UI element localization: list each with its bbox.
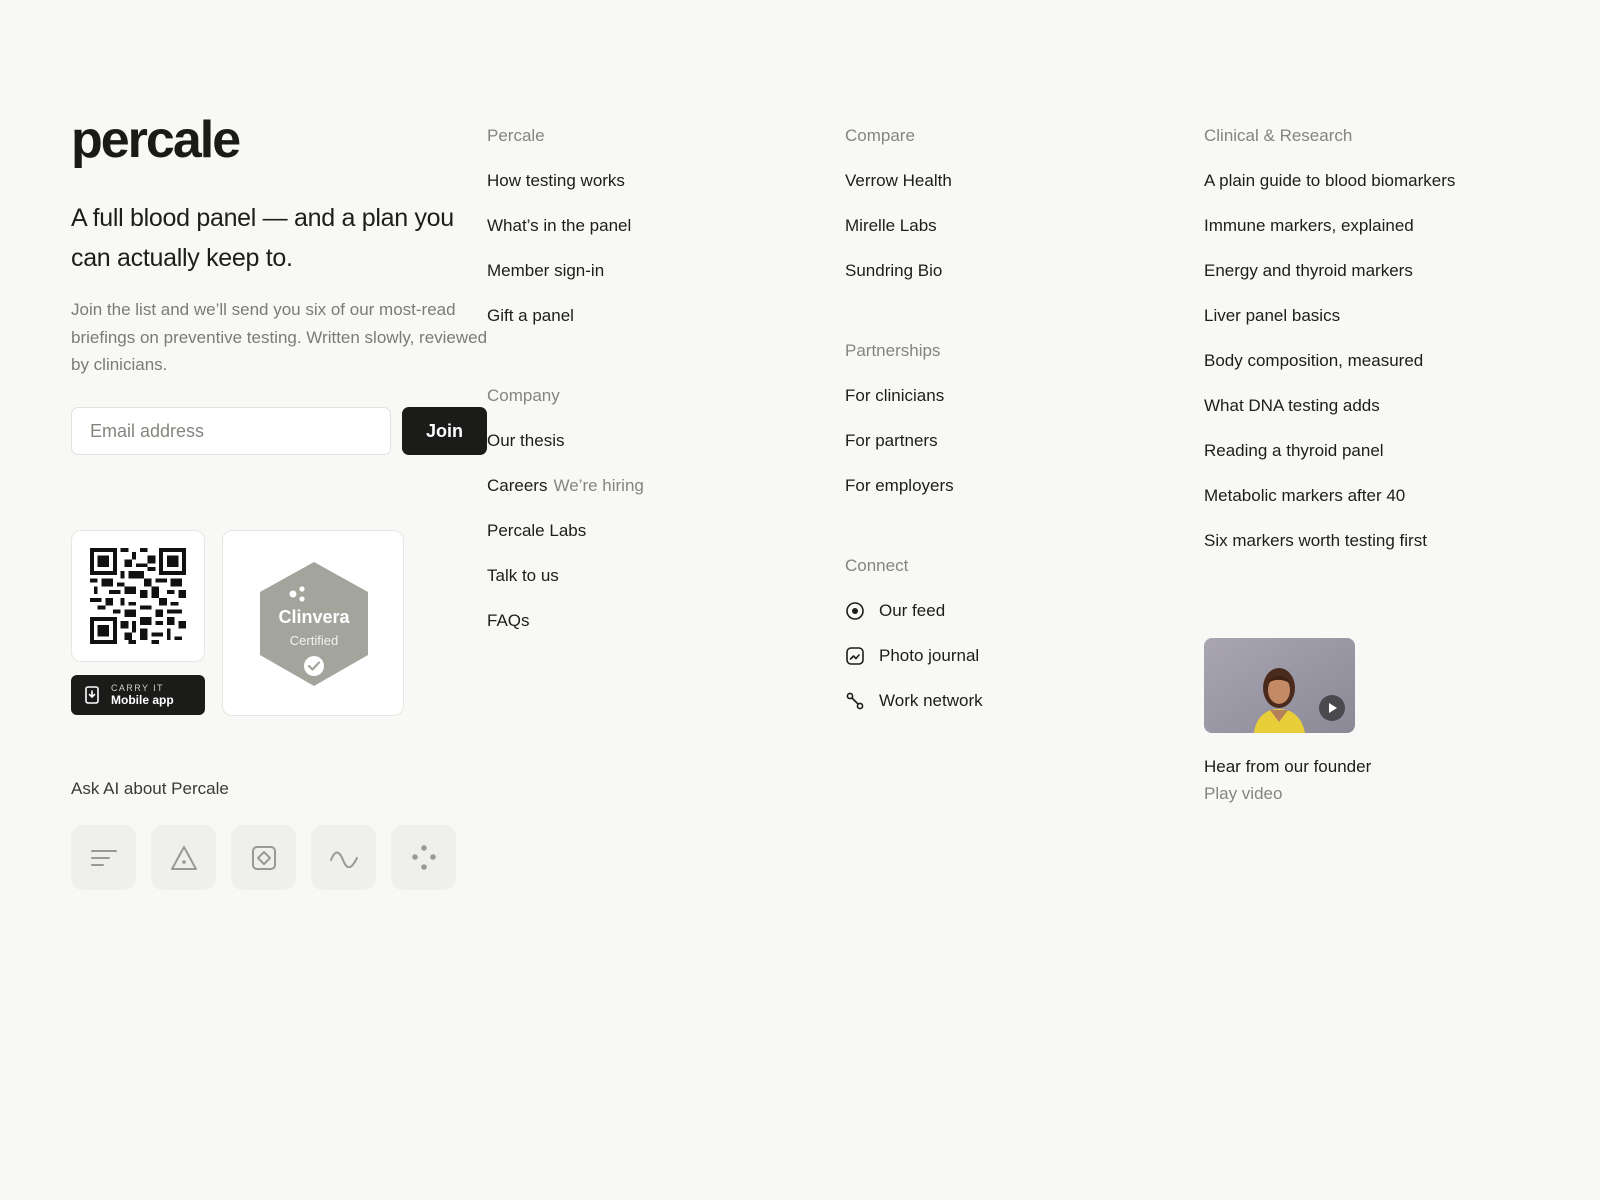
certification-card[interactable]: Clinvera Certified bbox=[222, 530, 404, 716]
link-percale-labs[interactable]: Percale Labs bbox=[487, 508, 807, 553]
link-label: Percale Labs bbox=[487, 521, 587, 540]
link-faqs[interactable]: FAQs bbox=[487, 598, 807, 643]
founder-portrait-image bbox=[1204, 638, 1355, 733]
column-heading-company: Company bbox=[487, 386, 560, 405]
link-gift-a-panel[interactable]: Gift a panel bbox=[487, 293, 807, 338]
photo-icon bbox=[846, 646, 864, 665]
link-our-feed[interactable]: Our feed bbox=[845, 588, 1165, 633]
link-dna-testing[interactable]: What DNA testing adds bbox=[1204, 383, 1564, 428]
ask-ai-button-1[interactable] bbox=[71, 825, 136, 890]
footer-column-percale: Percale How testing works What’s in the … bbox=[487, 113, 807, 643]
link-for-partners[interactable]: For partners bbox=[845, 418, 1165, 463]
feed-icon bbox=[846, 601, 864, 620]
column-heading-clinical: Clinical & Research bbox=[1204, 126, 1353, 145]
link-talk-to-us[interactable]: Talk to us bbox=[487, 553, 807, 598]
email-input[interactable] bbox=[71, 407, 391, 455]
link-liver-panel[interactable]: Liver panel basics bbox=[1204, 293, 1564, 338]
link-label: Photo journal bbox=[879, 646, 980, 665]
wave-icon bbox=[329, 851, 358, 868]
tagline: A full blood panel — and a plan you can … bbox=[71, 204, 454, 272]
hiring-hint: We’re hiring bbox=[553, 476, 644, 495]
triangle-icon bbox=[170, 845, 197, 870]
lines-icon bbox=[90, 849, 117, 866]
join-button[interactable]: Join bbox=[402, 407, 487, 455]
link-work-network[interactable]: Work network bbox=[845, 678, 1165, 723]
badge-name: Clinvera bbox=[278, 607, 350, 627]
qr-code-card bbox=[71, 530, 205, 662]
diamond-square-icon bbox=[251, 845, 276, 870]
link-label: Our feed bbox=[879, 601, 946, 620]
ask-ai-label: Ask AI about Percale bbox=[71, 779, 229, 798]
dots-icon bbox=[411, 844, 436, 870]
app-eyebrow: CARRY IT bbox=[111, 682, 164, 693]
link-for-clinicians[interactable]: For clinicians bbox=[845, 373, 1165, 418]
badge-subtitle: Certified bbox=[289, 633, 339, 648]
link-body-composition[interactable]: Body composition, measured bbox=[1204, 338, 1564, 383]
footer-column-compare: Compare Verrow Health Mirelle Labs Sundr… bbox=[845, 113, 1165, 723]
link-mirelle-labs[interactable]: Mirelle Labs bbox=[845, 203, 1165, 248]
video-title[interactable]: Hear from our founder bbox=[1204, 757, 1371, 777]
footer-column-clinical: Clinical & Research A plain guide to blo… bbox=[1204, 113, 1564, 563]
link-label: Work network bbox=[879, 691, 983, 710]
ask-ai-button-4[interactable] bbox=[311, 825, 376, 890]
link-whats-in-panel[interactable]: What’s in the panel bbox=[487, 203, 807, 248]
link-verrow-health[interactable]: Verrow Health bbox=[845, 158, 1165, 203]
ask-ai-button-3[interactable] bbox=[231, 825, 296, 890]
column-heading-partnerships: Partnerships bbox=[845, 341, 941, 360]
ask-ai-button-5[interactable] bbox=[391, 825, 456, 890]
link-sundring-bio[interactable]: Sundring Bio bbox=[845, 248, 1165, 293]
column-heading-compare: Compare bbox=[845, 126, 915, 145]
link-label: Our thesis bbox=[487, 431, 565, 450]
link-member-sign-in[interactable]: Member sign-in bbox=[487, 248, 807, 293]
link-photo-journal[interactable]: Photo journal bbox=[845, 633, 1165, 678]
link-how-testing-works[interactable]: How testing works bbox=[487, 158, 807, 203]
link-guide-blood-biomarkers[interactable]: A plain guide to blood biomarkers bbox=[1204, 158, 1564, 203]
download-phone-icon bbox=[85, 686, 99, 704]
newsletter-form: Join bbox=[71, 407, 487, 455]
link-six-markers[interactable]: Six markers worth testing first bbox=[1204, 518, 1564, 563]
link-label: FAQs bbox=[487, 611, 530, 630]
column-heading-connect: Connect bbox=[845, 556, 909, 575]
play-video-link[interactable]: Play video bbox=[1204, 784, 1282, 804]
ask-ai-icons bbox=[71, 825, 456, 890]
link-thyroid-panel[interactable]: Reading a thyroid panel bbox=[1204, 428, 1564, 473]
link-our-thesis[interactable]: Our thesis bbox=[487, 418, 807, 463]
link-careers[interactable]: Careers We’re hiring bbox=[487, 463, 807, 508]
link-for-employers[interactable]: For employers bbox=[845, 463, 1165, 508]
qr-code-icon bbox=[90, 548, 186, 644]
founder-video-thumbnail[interactable] bbox=[1204, 638, 1355, 733]
network-icon bbox=[846, 692, 864, 709]
link-immune-markers[interactable]: Immune markers, explained bbox=[1204, 203, 1564, 248]
newsletter-blurb: Join the list and we’ll send you six of … bbox=[71, 300, 488, 374]
link-metabolic-markers[interactable]: Metabolic markers after 40 bbox=[1204, 473, 1564, 518]
logo[interactable]: percale bbox=[71, 110, 491, 170]
link-energy-thyroid[interactable]: Energy and thyroid markers bbox=[1204, 248, 1564, 293]
mobile-app-button[interactable]: CARRY IT Mobile app bbox=[71, 675, 205, 715]
link-label: Careers bbox=[487, 476, 548, 495]
brand-block: percale A full blood panel — and a plan … bbox=[71, 110, 491, 379]
app-label: Mobile app bbox=[111, 692, 174, 707]
ask-ai-button-2[interactable] bbox=[151, 825, 216, 890]
link-label: Talk to us bbox=[487, 566, 559, 585]
column-heading-percale: Percale bbox=[487, 126, 545, 145]
